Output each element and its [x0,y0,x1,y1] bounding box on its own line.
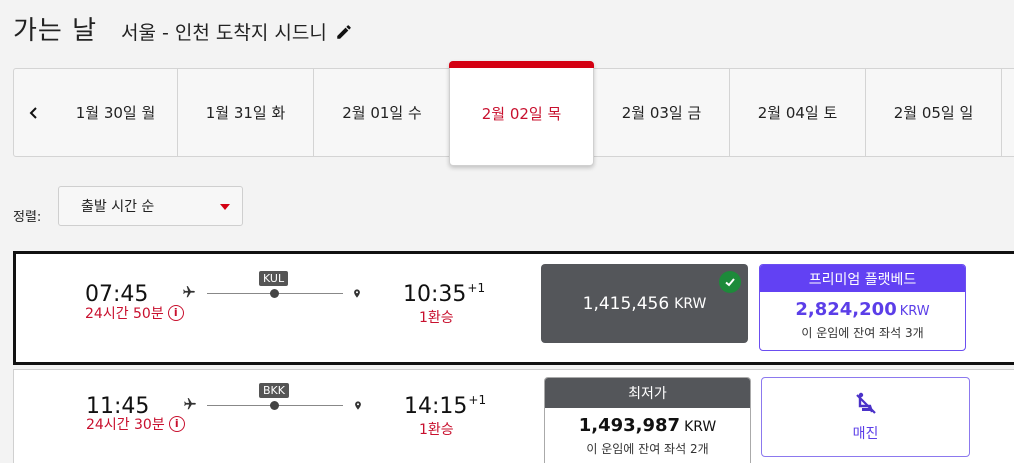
via-airport-badge: BKK [259,383,289,398]
lowest-fare-name: 최저가 [545,378,750,408]
location-pin-icon [355,401,361,410]
lowest-seats-left: 이 운임에 잔여 좌석 2개 [586,442,709,456]
airplane-icon [184,398,196,410]
stopover-dot [270,289,279,298]
route-text: 서울 - 인천 도착지 시드니 [121,22,327,44]
date-tab[interactable]: 1월 31일 화 [178,69,314,156]
page-header: 가는 날 서울 - 인천 도착지 시드니 [13,10,353,47]
chevron-left-icon [29,106,37,119]
lowest-fare-price: 1,493,987 [578,415,681,436]
info-icon[interactable]: i [168,416,185,432]
sort-dropdown[interactable]: 출발 시간 순 [58,186,243,226]
soldout-fare-option[interactable]: 매진 [761,377,970,457]
pencil-icon[interactable] [335,23,353,41]
premium-fare-currency: KRW [899,304,930,319]
soldout-label: 매진 [852,426,879,442]
lowest-fare-price-row: 1,493,987 KRW [545,415,750,436]
fare-currency: KRW [674,295,707,312]
premium-fare-name: 프리미엄 플랫베드 [760,265,965,292]
day-offset: +1 [467,281,486,295]
sort-selected-value: 출발 시간 순 [81,199,155,215]
date-tab[interactable]: 2월 04일 토 [730,69,866,156]
duration: 24시간 50분 i [85,303,184,323]
location-pin-icon [354,289,360,298]
check-icon [719,271,741,293]
date-tab[interactable]: 2월 01일 수 [314,69,450,156]
sort-label: 정렬: [13,210,42,225]
lowest-fare-option[interactable]: 최저가 1,493,987 KRW 이 운임에 잔여 좌석 2개 [544,377,751,463]
date-tab[interactable]: 2월 03일 금 [594,69,730,156]
flight-row-selected[interactable]: 07:45 24시간 50분 i KUL 10:35+1 1환승 1,415,4… [13,251,1014,365]
selected-fare-button[interactable]: 1,415,456 KRW [541,264,748,343]
via-airport-badge: KUL [259,271,289,286]
airplane-icon [183,286,195,298]
no-seat-icon [855,392,876,414]
date-selector: 1월 30일 월 1월 31일 화 2월 01일 수 2월 02일 목 2월 0… [13,61,1014,166]
duration-text: 24시간 30분 [86,417,165,433]
duration: 24시간 30분 i [86,414,185,434]
prev-dates-button[interactable] [14,69,54,156]
fare-price: 1,415,456 [582,293,670,314]
info-icon[interactable]: i [167,305,184,321]
duration-text: 24시간 50분 [85,306,164,322]
arrival-time-text: 14:15 [404,394,468,419]
arrival-time: 10:35+1 [403,281,486,307]
date-tab-active[interactable]: 2월 02일 목 [449,61,594,166]
page-title: 가는 날 [13,16,98,46]
lowest-fare-currency: KRW [684,419,717,435]
arrival-time: 14:15+1 [404,393,487,419]
flight-row[interactable]: 11:45 24시간 30분 i BKK 14:15+1 1환승 최저가 1,4… [13,369,1014,463]
stops-count: 1환승 [419,310,454,326]
premium-fare-option[interactable]: 프리미엄 플랫베드 2,824,200 KRW 이 운임에 잔여 좌석 3개 [759,264,966,351]
stopover-dot [270,401,279,410]
date-tab[interactable]: 2월 05일 일 [866,69,1002,156]
caret-down-icon [220,204,230,210]
day-offset: +1 [468,393,487,407]
stops-count: 1환승 [419,422,454,438]
arrival-time-text: 10:35 [403,282,467,307]
premium-fare-price-row: 2,824,200 KRW [760,299,965,320]
date-tab[interactable]: 1월 30일 월 [54,69,178,156]
premium-seats-left: 이 운임에 잔여 좌석 3개 [801,326,924,340]
premium-fare-price: 2,824,200 [795,299,897,320]
